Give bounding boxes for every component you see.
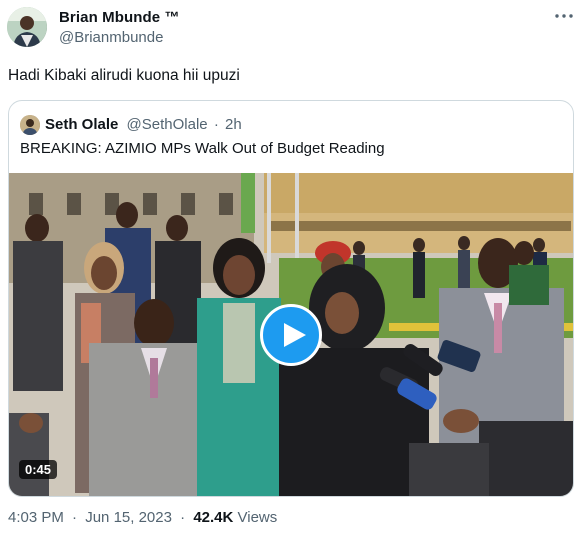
more-horizontal-icon[interactable] <box>552 6 576 26</box>
tweet-date[interactable]: Jun 15, 2023 <box>85 509 172 526</box>
tweet-time[interactable]: 4:03 PM <box>8 509 64 526</box>
quoted-author-avatar[interactable] <box>20 115 40 135</box>
author-avatar[interactable] <box>7 7 47 47</box>
quoted-tweet-text: BREAKING: AZIMIO MPs Walk Out of Budget … <box>20 140 385 157</box>
play-button[interactable] <box>260 304 322 366</box>
author-name[interactable]: Brian Mbunde ™ <box>59 9 180 26</box>
play-icon <box>284 323 306 347</box>
author-handle[interactable]: @Brianmbunde <box>59 29 163 46</box>
quoted-tweet-time[interactable]: 2h <box>225 116 242 133</box>
meta-separator: · <box>72 509 78 526</box>
quoted-tweet-card[interactable]: Seth Olale @SethOlale · 2h BREAKING: AZI… <box>8 100 574 497</box>
views-label: Views <box>237 509 278 526</box>
tweet-meta: 4:03 PM · Jun 15, 2023 · 42.4K Views <box>8 509 277 526</box>
quoted-separator: · <box>213 116 219 133</box>
quoted-tweet-header: Seth Olale @SethOlale · 2h <box>45 116 242 133</box>
video-duration-badge: 0:45 <box>19 460 58 479</box>
views-count[interactable]: 42.4K <box>193 509 233 526</box>
tweet[interactable]: Brian Mbunde ™ @Brianmbunde Hadi Kibaki … <box>0 0 584 534</box>
video-player[interactable]: 0:45 <box>9 173 573 496</box>
meta-separator-2: · <box>180 509 186 526</box>
quoted-author-handle[interactable]: @SethOlale <box>127 116 208 133</box>
tweet-text: Hadi Kibaki alirudi kuona hii upuzi <box>8 67 240 84</box>
quoted-author-name[interactable]: Seth Olale <box>45 116 118 133</box>
